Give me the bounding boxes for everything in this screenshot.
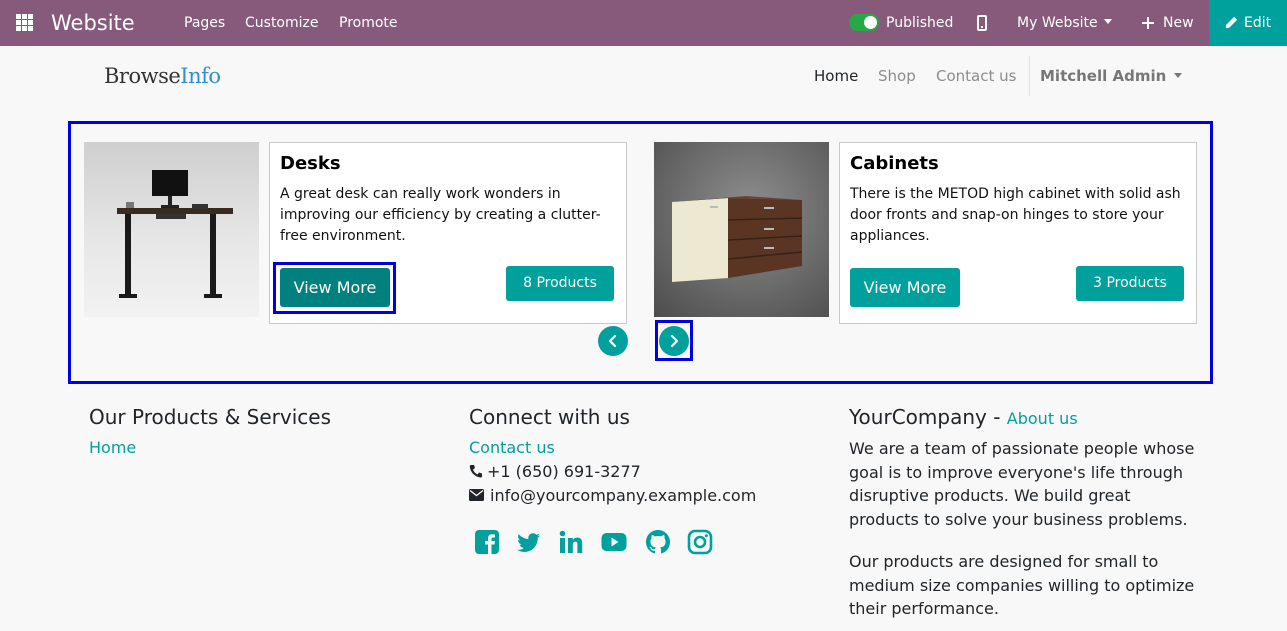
- nav-contact-us[interactable]: Contact us: [936, 66, 1016, 86]
- envelope-icon: [469, 489, 484, 501]
- company-description: We are a team of passionate people whose…: [849, 439, 1195, 530]
- app-title: Website: [51, 11, 135, 35]
- company-name: YourCompany: [849, 405, 987, 429]
- about-us-link[interactable]: About us: [1007, 409, 1078, 428]
- linkedin-icon[interactable]: [558, 529, 584, 555]
- standing-desk-image: [84, 142, 259, 317]
- menu-promote[interactable]: Promote: [339, 14, 398, 32]
- edit-label: Edit: [1244, 15, 1272, 31]
- card-image-desks[interactable]: [84, 142, 259, 317]
- footer-contact-link[interactable]: Contact us: [469, 437, 555, 459]
- facebook-icon[interactable]: [474, 529, 500, 555]
- mobile-preview-icon[interactable]: [977, 15, 987, 31]
- editor-top-bar: Website Pages Customize Promote Publishe…: [0, 0, 1287, 46]
- published-label[interactable]: Published: [886, 14, 953, 32]
- pencil-icon: [1225, 16, 1238, 29]
- next-arrow-highlight: [655, 320, 693, 361]
- website-selector[interactable]: My Website: [1017, 14, 1112, 32]
- footer-company-title: YourCompany - About us: [849, 405, 1078, 431]
- logo-part-1: Browse: [104, 64, 181, 88]
- menu-pages[interactable]: Pages: [184, 14, 225, 32]
- github-icon[interactable]: [645, 529, 671, 555]
- wall-cabinet-image: [654, 142, 829, 317]
- carousel-prev-button[interactable]: [598, 326, 628, 356]
- view-more-button[interactable]: View More: [850, 268, 960, 307]
- website-selector-label: My Website: [1017, 15, 1098, 31]
- footer-connect-title: Connect with us: [469, 405, 630, 429]
- products-count-button[interactable]: 3 Products: [1076, 266, 1184, 301]
- phone-icon: [469, 465, 482, 478]
- edit-button[interactable]: Edit: [1209, 0, 1287, 46]
- card-description: A great desk can really work wonders in …: [280, 186, 601, 244]
- new-button[interactable]: New: [1163, 14, 1194, 32]
- card-description: There is the METOD high cabinet with sol…: [850, 186, 1181, 244]
- nav-divider: [1029, 56, 1030, 96]
- chevron-down-icon: [1174, 73, 1183, 78]
- youtube-icon[interactable]: [601, 529, 627, 555]
- menu-customize[interactable]: Customize: [245, 14, 319, 32]
- published-toggle[interactable]: [849, 14, 879, 31]
- footer-phone: +1 (650) 691-3277: [487, 462, 641, 481]
- nav-shop[interactable]: Shop: [878, 66, 916, 86]
- card-cabinets: Cabinets There is the METOD high cabinet…: [839, 142, 1197, 324]
- plus-icon[interactable]: [1142, 17, 1154, 29]
- card-image-cabinets[interactable]: [654, 142, 829, 317]
- company-products-note: Our products are designed for small to m…: [849, 552, 1195, 619]
- nav-home[interactable]: Home: [814, 66, 858, 86]
- chevron-down-icon: [1103, 19, 1112, 24]
- title-separator: -: [986, 405, 1007, 429]
- apps-grid-icon[interactable]: [16, 14, 33, 31]
- view-more-highlight: [273, 262, 396, 314]
- logo-part-2: Info: [180, 64, 221, 88]
- chevron-left-icon: [608, 335, 617, 347]
- products-count-button[interactable]: 8 Products: [506, 266, 614, 301]
- site-logo[interactable]: BrowseInfo: [104, 62, 221, 90]
- user-name: Mitchell Admin: [1040, 67, 1167, 85]
- footer-email[interactable]: info@yourcompany.example.com: [490, 485, 756, 507]
- instagram-icon[interactable]: [687, 529, 713, 555]
- card-title: Desks: [280, 153, 341, 174]
- twitter-icon[interactable]: [516, 529, 542, 555]
- user-menu[interactable]: Mitchell Admin: [1040, 66, 1183, 86]
- footer-products-title: Our Products & Services: [89, 405, 332, 429]
- footer-home-link[interactable]: Home: [89, 437, 136, 459]
- card-title: Cabinets: [850, 153, 939, 174]
